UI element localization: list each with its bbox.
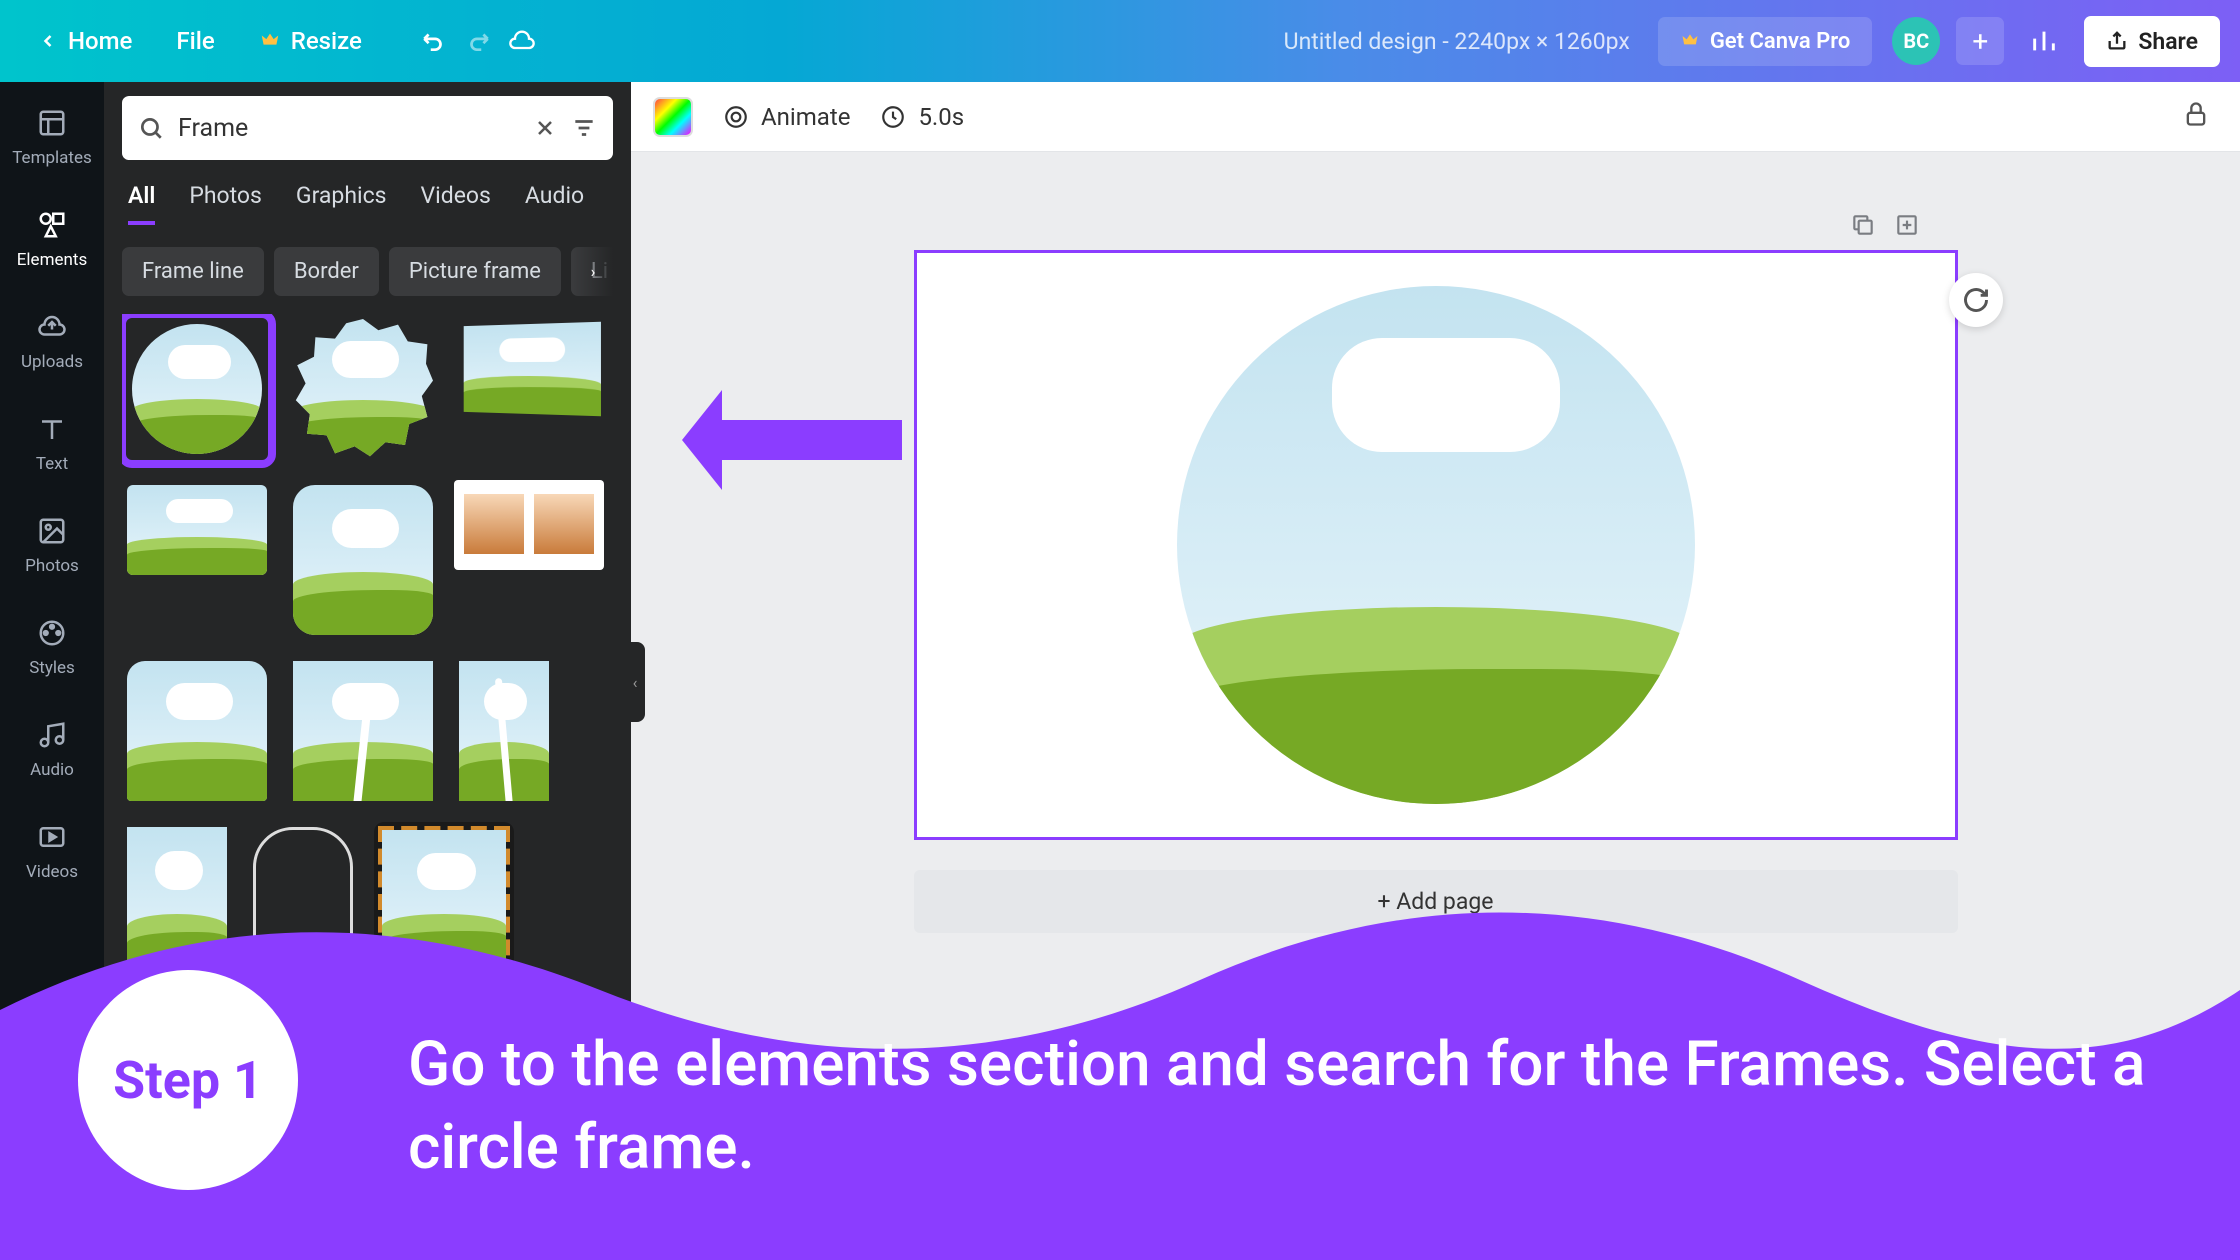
page-tools — [1850, 212, 1920, 238]
context-toolbar: Animate 5.0s — [631, 82, 2240, 152]
frame-thumb[interactable] — [454, 314, 604, 424]
rail-uploads[interactable]: Uploads — [0, 304, 104, 378]
rail-photos[interactable]: Photos — [0, 508, 104, 582]
rail-audio[interactable]: Audio — [0, 712, 104, 786]
rail-templates[interactable]: Templates — [0, 100, 104, 174]
duration-button[interactable]: 5.0s — [880, 103, 964, 131]
duplicate-page-icon[interactable] — [1850, 212, 1876, 238]
tab-photos[interactable]: Photos — [189, 182, 262, 225]
step-badge: Step 1 — [78, 970, 298, 1190]
frame-circle-thumb[interactable] — [122, 314, 272, 464]
frames-grid — [122, 314, 613, 982]
frame-thumb[interactable] — [454, 480, 604, 570]
resize-button[interactable]: Resize — [241, 17, 380, 65]
tab-videos[interactable]: Videos — [421, 182, 491, 225]
frame-thumb[interactable] — [122, 656, 272, 806]
frame-thumb[interactable] — [288, 656, 438, 806]
tab-audio[interactable]: Audio — [525, 182, 584, 225]
search-input[interactable] — [178, 114, 519, 143]
frame-thumb[interactable] — [288, 314, 438, 464]
rail-styles[interactable]: Styles — [0, 610, 104, 684]
lock-icon[interactable] — [2182, 100, 2218, 136]
home-label: Home — [68, 27, 132, 55]
chips-next-button[interactable]: › — [573, 247, 613, 296]
insights-button[interactable] — [2020, 17, 2068, 65]
add-member-button[interactable]: + — [1956, 17, 2004, 65]
chip[interactable]: Frame line — [122, 247, 264, 296]
animate-icon — [723, 104, 749, 130]
caption-overlay: Step 1 Go to the elements section and se… — [0, 890, 2240, 1260]
panel-collapse-handle[interactable]: ‹ — [625, 642, 645, 722]
rail-elements[interactable]: Elements — [0, 202, 104, 276]
chevron-left-icon — [38, 31, 58, 51]
top-toolbar: Home File Resize Untitled design - 2240p… — [0, 0, 2240, 82]
circle-frame-element[interactable] — [1177, 286, 1695, 804]
caption-text: Go to the elements section and search fo… — [408, 1023, 2160, 1190]
home-button[interactable]: Home — [20, 17, 150, 65]
design-canvas[interactable] — [914, 250, 1958, 840]
search-box — [122, 96, 613, 160]
frame-thumb[interactable] — [122, 480, 272, 580]
document-title[interactable]: Untitled design - 2240px × 1260px — [1284, 28, 1630, 55]
color-swatch[interactable] — [653, 97, 693, 137]
clear-icon[interactable] — [533, 116, 557, 140]
avatar[interactable]: BC — [1892, 17, 1940, 65]
crown-icon — [1680, 31, 1700, 51]
share-icon — [2106, 30, 2128, 52]
filter-tabs: All Photos Graphics Videos Audio — [128, 182, 607, 225]
tab-all[interactable]: All — [128, 182, 155, 225]
frame-thumb[interactable] — [454, 656, 554, 806]
tab-graphics[interactable]: Graphics — [296, 182, 387, 225]
search-icon — [138, 115, 164, 141]
chip[interactable]: Border — [274, 247, 379, 296]
rail-text[interactable]: Text — [0, 406, 104, 480]
add-page-icon[interactable] — [1894, 212, 1920, 238]
get-pro-button[interactable]: Get Canva Pro — [1658, 17, 1873, 66]
undo-button[interactable] — [416, 23, 452, 59]
refresh-button[interactable] — [1949, 273, 2003, 327]
rail-videos[interactable]: Videos — [0, 814, 104, 888]
file-button[interactable]: File — [158, 17, 232, 65]
frame-thumb[interactable] — [288, 480, 438, 640]
redo-button[interactable] — [460, 23, 496, 59]
cloud-sync-icon[interactable] — [504, 23, 540, 59]
crown-icon — [259, 30, 281, 52]
suggestion-chips: Frame line Border Picture frame Li › — [122, 247, 613, 296]
animate-button[interactable]: Animate — [723, 103, 850, 131]
share-button[interactable]: Share — [2084, 16, 2220, 67]
annotation-arrow — [652, 370, 922, 514]
clock-icon — [880, 104, 906, 130]
chip[interactable]: Picture frame — [389, 247, 561, 296]
filter-icon[interactable] — [571, 115, 597, 141]
